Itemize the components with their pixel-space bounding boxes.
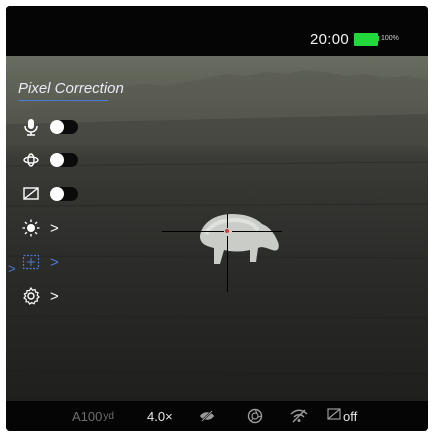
brightness-icon	[20, 217, 42, 239]
display-off-icon	[20, 183, 42, 205]
menu-title-underline	[18, 100, 108, 101]
menu-item-pixel-correction[interactable]: >	[20, 251, 59, 273]
display-off-icon	[327, 408, 341, 424]
microphone-toggle[interactable]	[50, 120, 78, 134]
toggle-knob	[50, 187, 64, 201]
settings-gear-icon	[20, 285, 42, 307]
reticle-bottom-line	[227, 236, 228, 292]
battery-icon	[354, 33, 378, 46]
wifi-off-icon	[290, 401, 308, 431]
clock: 20:00	[310, 31, 350, 48]
rangefinder-distance: A 100 yd	[72, 408, 114, 424]
zoom-level: 4.0×	[147, 408, 173, 424]
battery-tip	[377, 36, 379, 41]
thermal-scope-screen: 20:00 100% Pixel Correction > > > > A 10…	[6, 6, 428, 431]
bottom-status-bar: A 100 yd 4.0× off	[6, 401, 428, 431]
hidden-eye-icon	[199, 401, 215, 431]
battery-percent: 100%	[381, 35, 399, 42]
reticle-center-dot	[225, 229, 229, 233]
menu-title: Pixel Correction	[18, 80, 124, 97]
menu-item-display-off[interactable]	[20, 183, 78, 205]
display-off-status: off	[327, 401, 357, 431]
status-bar: 20:00 100%	[6, 6, 428, 56]
pixel-correction-icon	[20, 251, 42, 273]
chevron-right-icon: >	[50, 253, 59, 271]
menu-item-motion-sensor[interactable]	[20, 149, 78, 171]
display-off-toggle[interactable]	[50, 187, 78, 201]
display-off-state: off	[343, 408, 358, 424]
menu-item-settings[interactable]: >	[20, 285, 59, 307]
toggle-knob	[50, 120, 64, 134]
reticle-top-line	[227, 214, 228, 228]
chevron-right-icon: >	[50, 287, 59, 305]
motion-sensor-toggle[interactable]	[50, 153, 78, 167]
selection-marker: >	[8, 261, 16, 276]
menu-item-microphone[interactable]	[20, 116, 78, 138]
animal-heat-signature	[200, 214, 279, 264]
reticle-right-line	[232, 231, 282, 232]
reticle-left-line	[162, 231, 224, 232]
motion-sensor-icon	[20, 149, 42, 171]
toggle-knob	[50, 153, 64, 167]
chevron-right-icon: >	[50, 219, 59, 237]
microphone-icon	[20, 116, 42, 138]
menu-item-brightness[interactable]: >	[20, 217, 59, 239]
aperture-icon	[247, 401, 263, 431]
